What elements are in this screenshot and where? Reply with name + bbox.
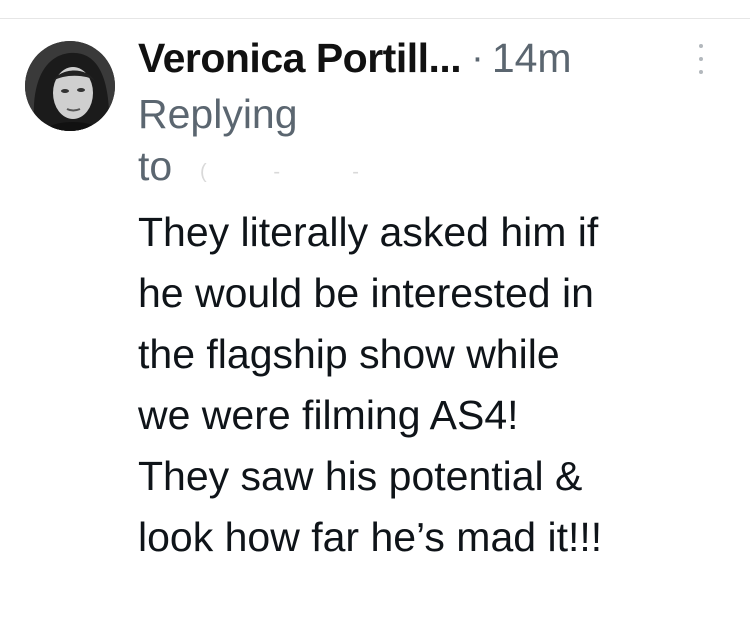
- more-vertical-icon[interactable]: [693, 44, 709, 74]
- header-separator: ·: [471, 36, 484, 79]
- tweet-header: Veronica Portill... · 14m: [138, 30, 738, 86]
- tweet-timestamp[interactable]: 14m: [492, 35, 572, 82]
- top-divider: [0, 18, 750, 19]
- author-display-name[interactable]: Veronica Portill...: [138, 35, 462, 82]
- reply-to-label: to: [138, 143, 173, 189]
- reply-to-row: to ( - -: [138, 140, 738, 192]
- reply-to-handle[interactable]: ( - -: [200, 146, 359, 198]
- avatar[interactable]: [25, 41, 115, 131]
- replying-label: Replying: [138, 91, 298, 137]
- tweet-content: Veronica Portill... · 14m Replying to ( …: [138, 30, 738, 568]
- avatar-photo: [25, 41, 115, 131]
- tweet-body: They literally asked him if he would be …: [138, 209, 603, 560]
